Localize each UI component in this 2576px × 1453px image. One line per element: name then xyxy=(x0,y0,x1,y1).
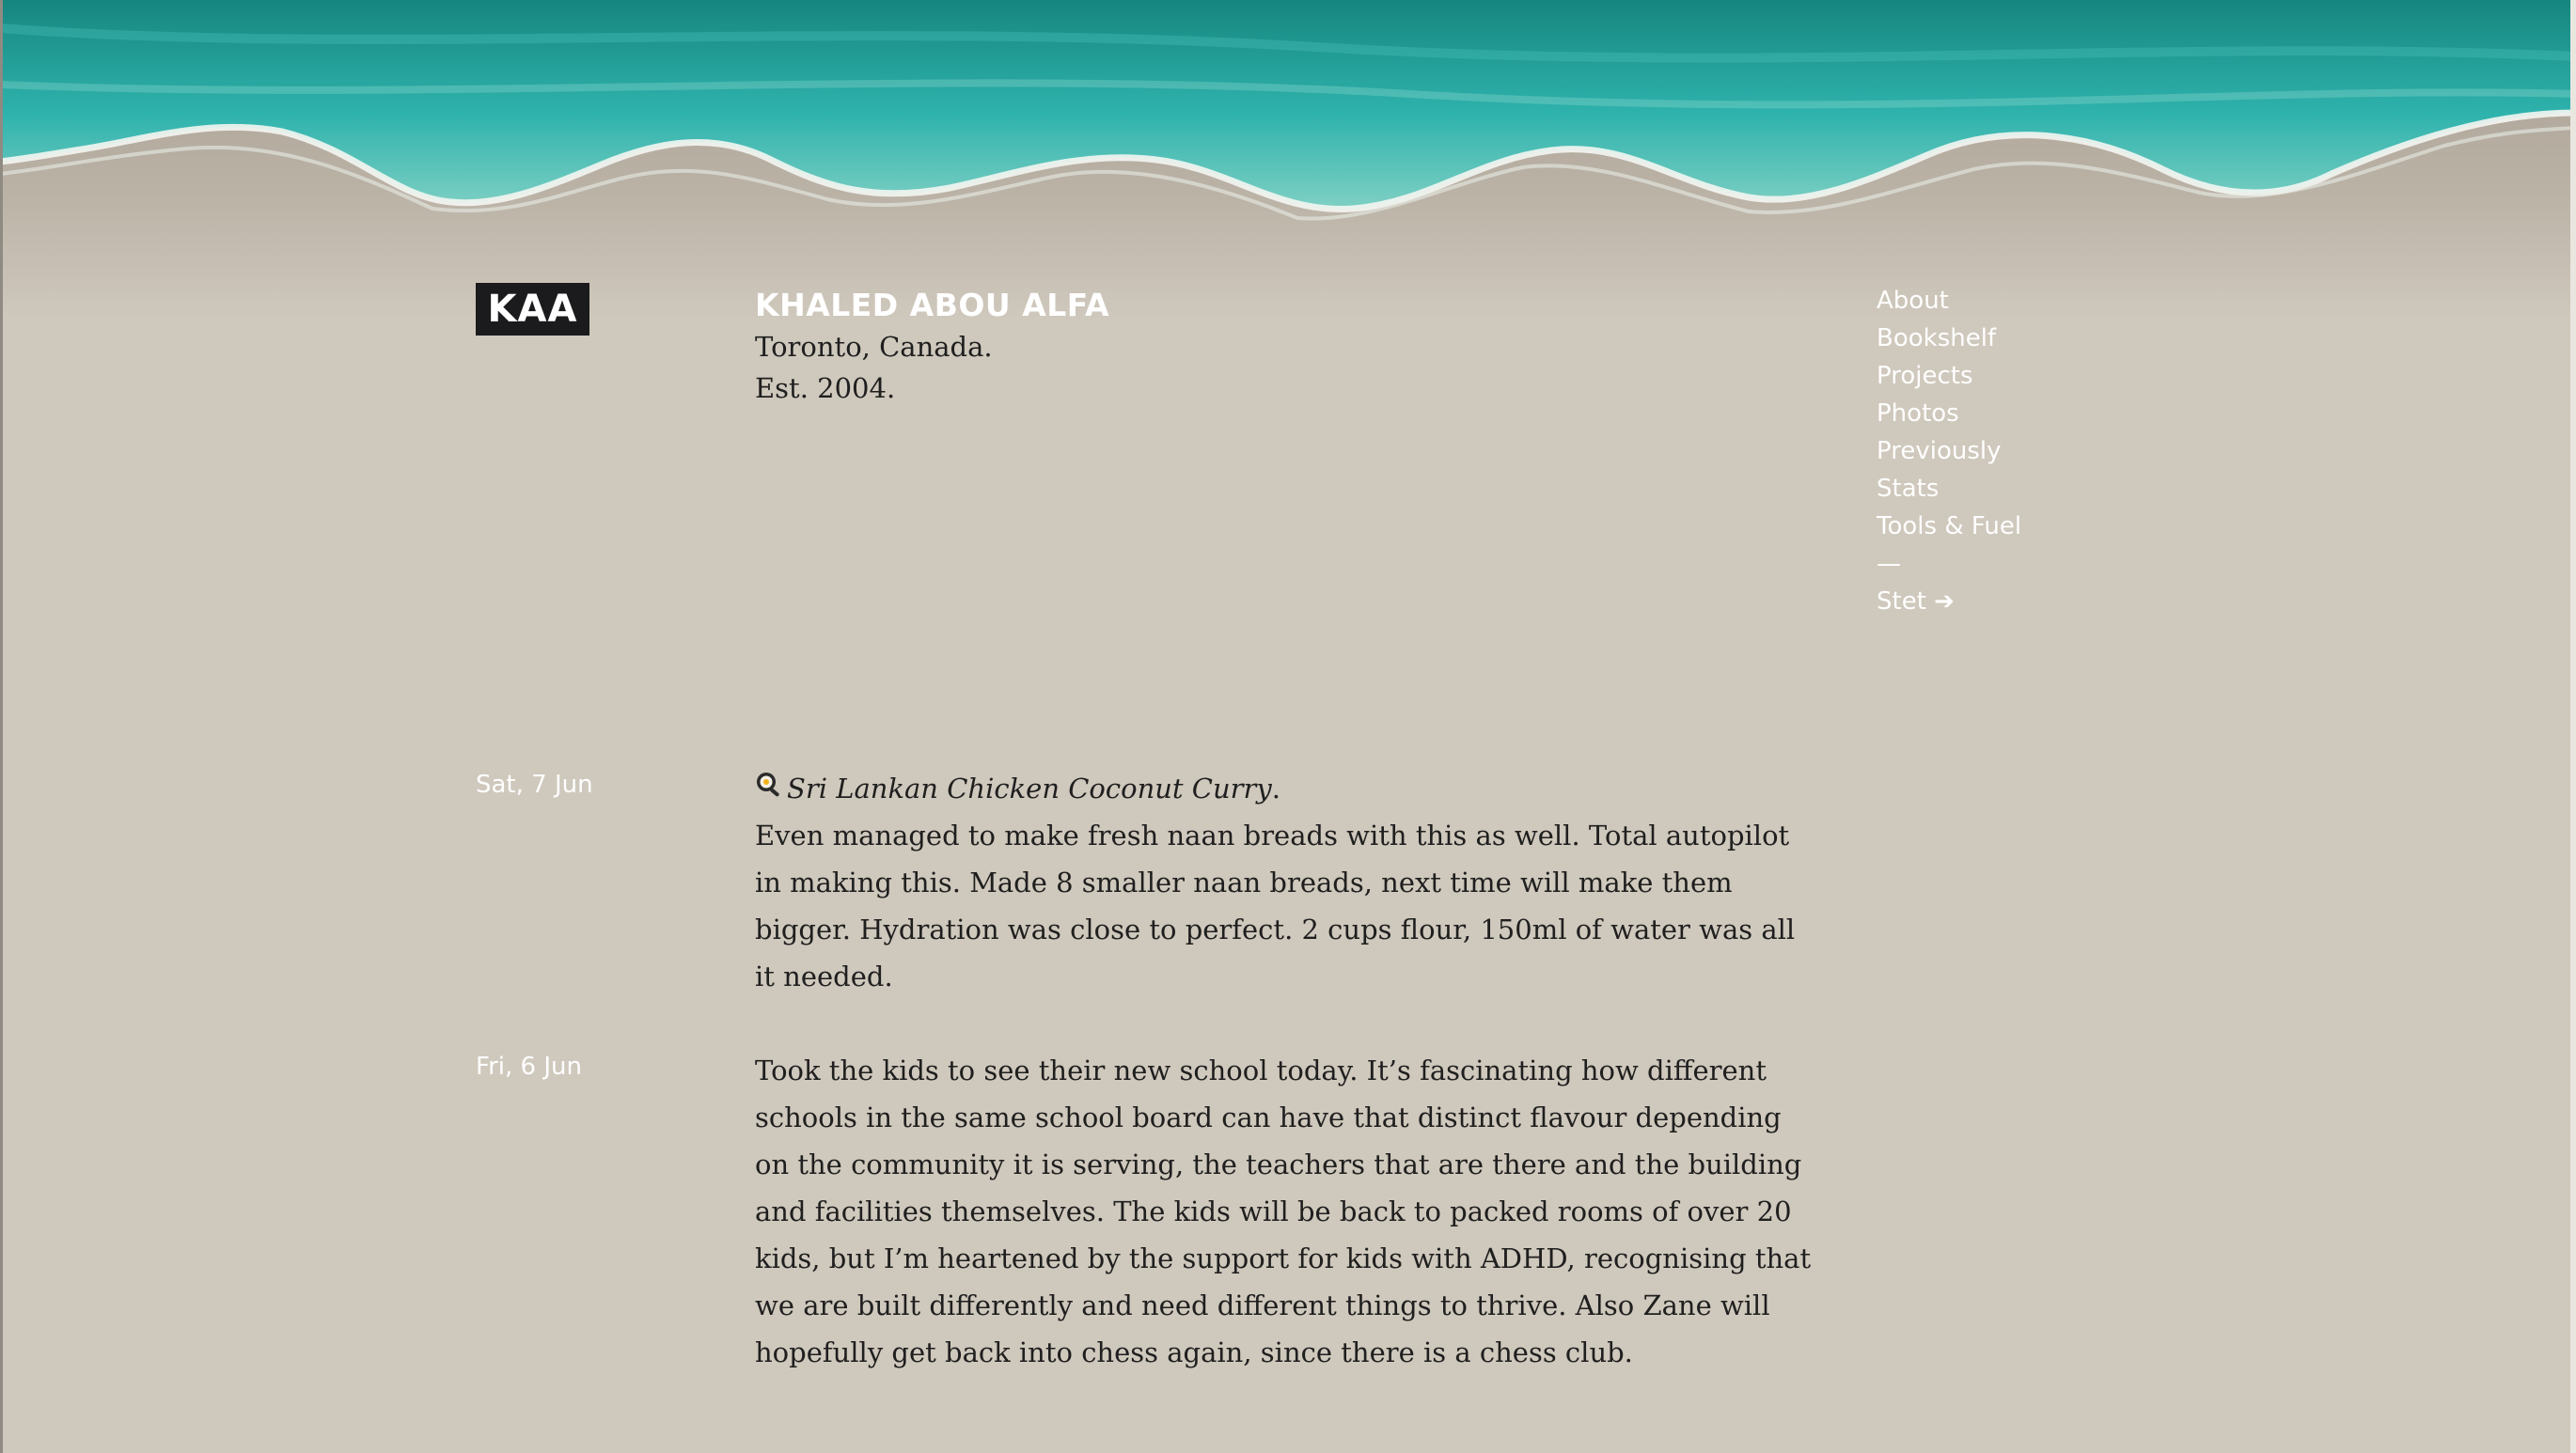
entry-body: Sri Lankan Chicken Coconut Curry. Even m… xyxy=(755,765,1817,1000)
nav-item-about[interactable]: About xyxy=(1877,282,2021,320)
site-title[interactable]: KHALED ABOU ALFA xyxy=(755,285,1109,326)
entry-date[interactable]: Sat, 7 Jun xyxy=(476,771,593,799)
entry-text: Took the kids to see their new school to… xyxy=(755,1055,1812,1368)
recipe-title[interactable]: Sri Lankan Chicken Coconut Curry xyxy=(787,773,1272,805)
site-header: KHALED ABOU ALFA Toronto, Canada. Est. 2… xyxy=(755,285,1109,409)
nav-item-stats[interactable]: Stats xyxy=(1877,470,2021,508)
window-edge-left xyxy=(0,0,3,1453)
nav-item-stet-link[interactable]: Stet ➔ xyxy=(1877,583,2021,620)
main-nav: About Bookshelf Projects Photos Previous… xyxy=(1877,282,2021,620)
nav-divider: — xyxy=(1877,550,1901,578)
nav-item-photos[interactable]: Photos xyxy=(1877,395,2021,432)
site-established: Est. 2004. xyxy=(755,372,896,404)
recipe-title-line: Sri Lankan Chicken Coconut Curry. xyxy=(755,765,1817,812)
nav-item-projects[interactable]: Projects xyxy=(1877,357,2021,395)
site-location: Toronto, Canada. xyxy=(755,331,993,363)
nav-item-previously[interactable]: Previously xyxy=(1877,432,2021,470)
frying-pan-icon xyxy=(755,765,787,812)
beach-banner-image xyxy=(0,0,2576,320)
entry-date[interactable]: Fri, 6 Jun xyxy=(476,1053,582,1081)
recipe-title-period: . xyxy=(1271,773,1280,805)
entry-body: Took the kids to see their new school to… xyxy=(755,1047,1817,1376)
window-edge-right xyxy=(2570,0,2576,1453)
entry-text: Even managed to make fresh naan breads w… xyxy=(755,820,1796,992)
site-logo[interactable]: KAA xyxy=(476,283,589,336)
nav-item-bookshelf[interactable]: Bookshelf xyxy=(1877,320,2021,357)
nav-item-tools-fuel[interactable]: Tools & Fuel xyxy=(1877,508,2021,545)
